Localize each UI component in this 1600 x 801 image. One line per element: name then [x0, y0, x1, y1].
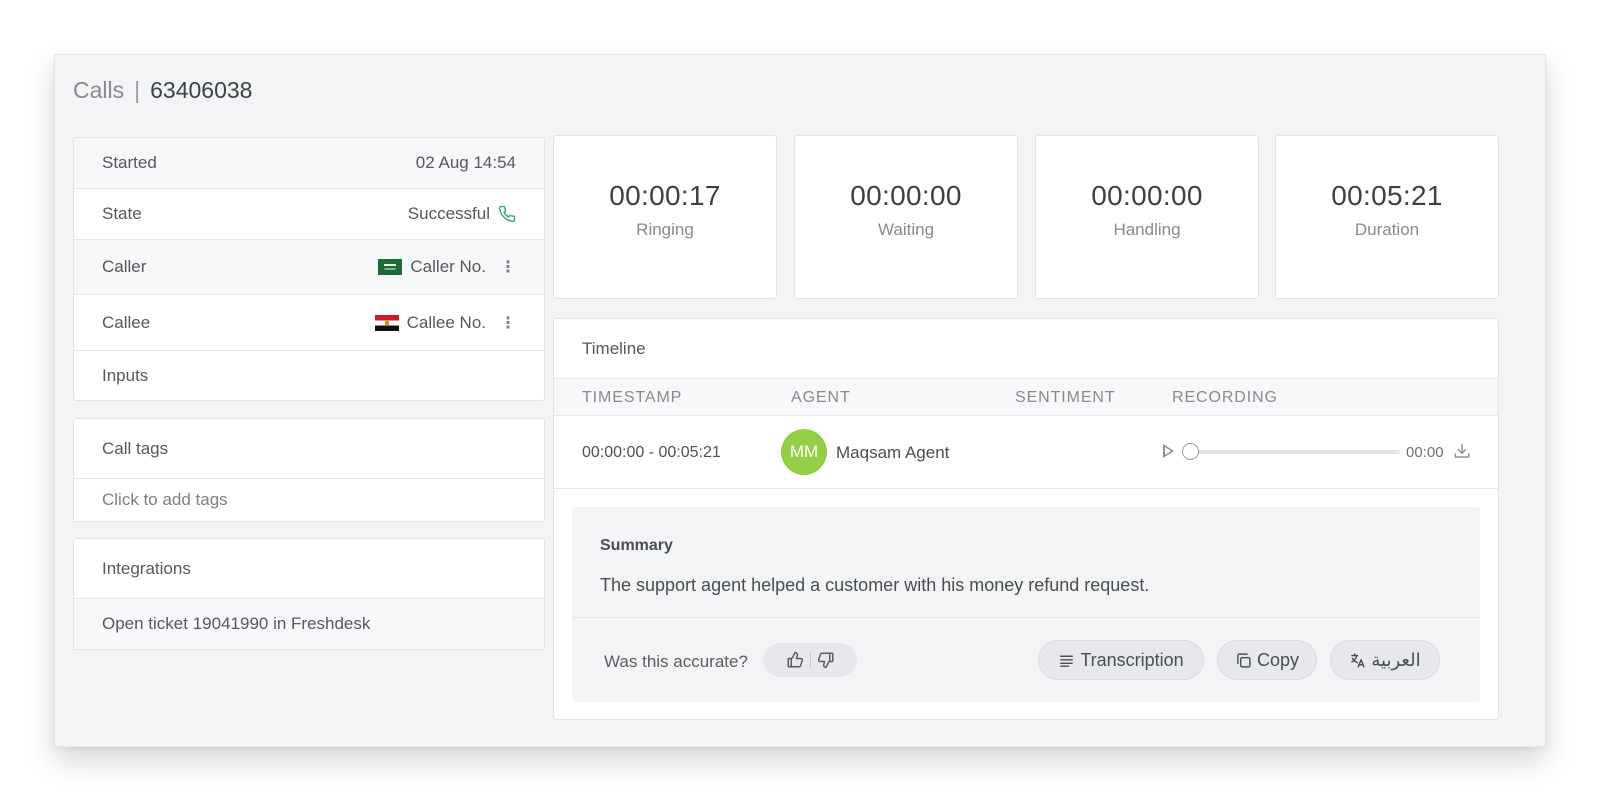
stat-label: Ringing	[636, 220, 694, 239]
stat-handling: 00:00:00 Handling	[1035, 135, 1259, 299]
copy-button[interactable]: Copy	[1217, 640, 1317, 680]
started-label: Started	[102, 153, 157, 172]
column-sentiment: SENTIMENT	[1015, 389, 1116, 406]
state-label: State	[102, 204, 142, 223]
breadcrumb-calls[interactable]: Calls	[73, 77, 124, 104]
state-value: Successful	[407, 204, 490, 223]
download-icon[interactable]	[1453, 442, 1471, 460]
play-icon[interactable]	[1163, 444, 1174, 458]
feedback-divider	[809, 652, 811, 668]
stat-value: 00:05:21	[1331, 180, 1443, 211]
copy-label: Copy	[1256, 649, 1300, 670]
stat-value: 00:00:00	[1091, 180, 1203, 211]
agent-name: Maqsam Agent	[836, 443, 950, 462]
caller-more-icon[interactable]: ⋮	[500, 257, 516, 277]
translate-label: العربية	[1371, 649, 1421, 670]
timeline-table-header: TIMESTAMP AGENT SENTIMENT RECORDING	[554, 379, 1498, 416]
copy-icon	[1237, 652, 1251, 668]
column-agent: AGENT	[791, 389, 851, 406]
stat-ringing: 00:00:17 Ringing	[553, 135, 777, 299]
call-details-card: Started 02 Aug 14:54 State Successful Ca…	[73, 137, 545, 401]
phone-icon	[498, 205, 516, 223]
summary-title: Summary	[600, 537, 673, 554]
state-row: State Successful	[74, 189, 544, 240]
integrations-title: Integrations	[74, 539, 544, 599]
summary-divider	[572, 617, 1480, 618]
avatar: MM	[781, 429, 827, 475]
summary-panel: Summary The support agent helped a custo…	[572, 507, 1480, 702]
callee-row: Callee Callee No. ⋮	[74, 295, 544, 351]
callee-more-icon[interactable]: ⋮	[500, 313, 516, 333]
stat-value: 00:00:17	[609, 180, 721, 211]
thumbs-down-icon[interactable]	[817, 651, 835, 669]
inputs-label: Inputs	[102, 365, 149, 385]
table-row: 00:00:00 - 00:05:21 MM Maqsam Agent 00:0…	[554, 416, 1498, 489]
stat-duration: 00:05:21 Duration	[1275, 135, 1499, 299]
call-tags-title: Call tags	[74, 419, 544, 479]
timeline-card: Timeline TIMESTAMP AGENT SENTIMENT RECOR…	[553, 318, 1499, 720]
summary-text: The support agent helped a customer with…	[600, 575, 1150, 595]
transcription-button[interactable]: Transcription	[1038, 640, 1204, 680]
timeline-title: Timeline	[554, 319, 1498, 379]
stat-label: Duration	[1354, 220, 1420, 239]
callee-label: Callee	[102, 312, 151, 332]
translate-button[interactable]: العربية	[1330, 640, 1440, 680]
stat-label: Waiting	[877, 220, 935, 239]
stat-label: Handling	[1113, 220, 1181, 239]
column-timestamp: TIMESTAMP	[582, 389, 683, 406]
freshdesk-ticket-link[interactable]: Open ticket 19041990 in Freshdesk	[74, 599, 544, 649]
breadcrumb: Calls | 63406038	[73, 77, 252, 107]
breadcrumb-separator: |	[134, 77, 141, 103]
started-value: 02 Aug 14:54	[415, 153, 516, 172]
caller-row: Caller Caller No. ⋮	[74, 240, 544, 295]
column-recording: RECORDING	[1172, 389, 1278, 406]
recording-time: 00:00	[1406, 444, 1444, 461]
egypt-flag-icon	[374, 314, 399, 331]
saudi-arabia-flag-icon	[378, 259, 403, 275]
row-timestamp: 00:00:00 - 00:05:21	[582, 444, 721, 461]
accuracy-question: Was this accurate?	[604, 652, 748, 671]
integrations-card: Integrations Open ticket 19041990 in Fre…	[73, 538, 545, 650]
call-tags-card: Call tags Click to add tags	[73, 418, 545, 522]
translate-icon	[1351, 652, 1365, 668]
callee-number: Callee No.	[406, 312, 486, 332]
recording-seek-handle[interactable]	[1182, 443, 1199, 460]
add-tags-input[interactable]: Click to add tags	[74, 479, 544, 521]
caller-number: Caller No.	[410, 257, 486, 276]
feedback-buttons	[763, 643, 857, 677]
call-details-window: Calls | 63406038 Started 02 Aug 14:54 St…	[54, 54, 1546, 747]
caller-label: Caller	[102, 257, 147, 276]
lines-icon	[1060, 655, 1074, 667]
recording-progress-track[interactable]	[1186, 450, 1400, 454]
started-row: Started 02 Aug 14:54	[74, 138, 544, 189]
stat-value: 00:00:00	[850, 180, 962, 211]
page-title: 63406038	[150, 77, 253, 103]
inputs-row: Inputs	[74, 351, 544, 400]
transcription-label: Transcription	[1080, 649, 1184, 670]
thumbs-up-icon[interactable]	[786, 651, 804, 669]
stat-waiting: 00:00:00 Waiting	[794, 135, 1018, 299]
